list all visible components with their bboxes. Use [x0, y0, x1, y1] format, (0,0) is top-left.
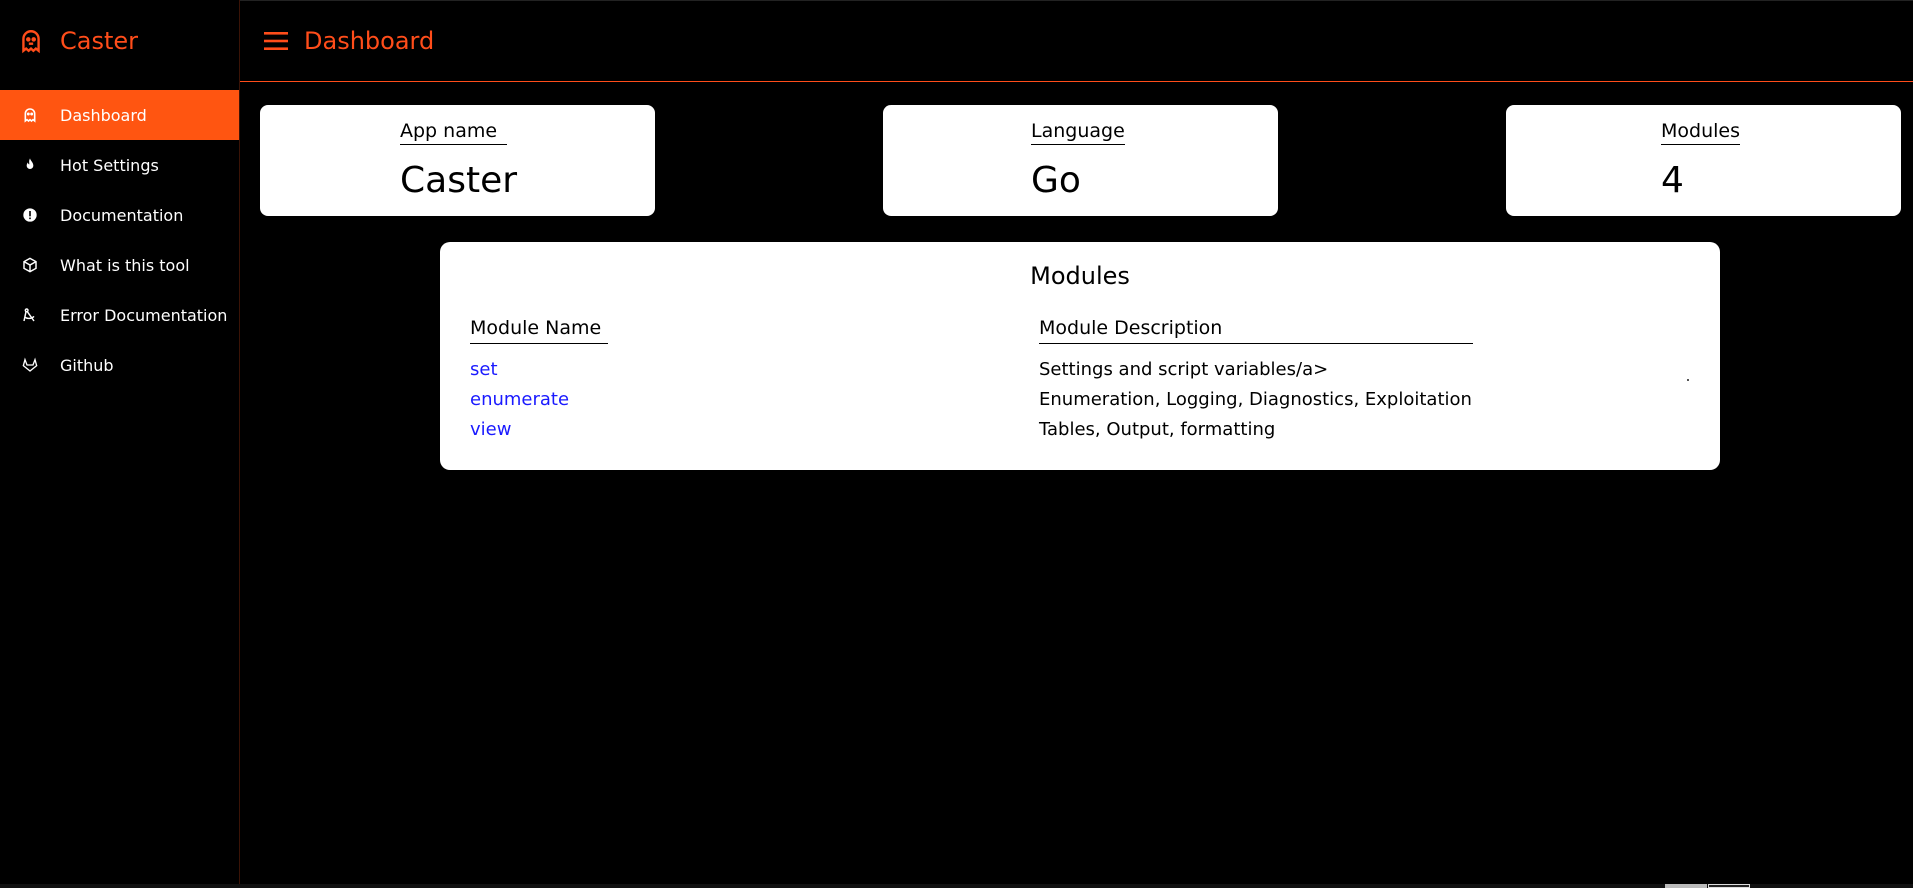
top-header: Dashboard [240, 0, 1913, 82]
sidebar-item-label: Documentation [60, 205, 184, 225]
gitlab-icon [22, 357, 38, 372]
modules-panel: Modules Module Name Module Description s… [440, 242, 1720, 470]
table-row: set Settings and script variables/a> [440, 359, 1720, 389]
module-description: Tables, Output, formatting [1039, 419, 1276, 440]
table-row: view Tables, Output, formatting [440, 419, 1720, 449]
sidebar-nav: Dashboard Hot Settings Documentation Wha… [0, 90, 239, 390]
menu-icon[interactable] [264, 31, 288, 51]
brand-title: Caster [60, 27, 139, 55]
bottom-control-left[interactable] [1665, 884, 1707, 888]
language-value: Go [1031, 160, 1081, 201]
sidebar-item-what-is-this-tool[interactable]: What is this tool [0, 240, 239, 290]
sidebar-item-dashboard[interactable]: Dashboard [0, 90, 239, 140]
module-link-enumerate[interactable]: enumerate [470, 389, 569, 410]
sidebar-item-label: Hot Settings [60, 155, 159, 175]
module-link-view[interactable]: view [470, 419, 511, 440]
sidebar-item-documentation[interactable]: Documentation [0, 190, 239, 240]
modules-panel-title: Modules [1030, 262, 1130, 290]
module-link-set[interactable]: set [470, 359, 498, 380]
bottom-control-right[interactable] [1708, 884, 1750, 888]
column-header-module-description: Module Description [1039, 317, 1473, 344]
modules-count-value: 4 [1661, 160, 1684, 201]
sidebar-item-label: Error Documentation [60, 305, 228, 325]
app-name-value: Caster [400, 160, 518, 201]
decorative-dot [1687, 379, 1689, 381]
module-description: Settings and script variables/a> [1039, 359, 1329, 380]
sidebar-item-label: Github [60, 355, 114, 375]
language-card: Language Go [883, 105, 1278, 216]
app-name-card: App name Caster [260, 105, 655, 216]
app-name-label: App name [400, 120, 508, 145]
table-row: enumerate Enumeration, Logging, Diagnost… [440, 389, 1720, 419]
sidebar: Caster Dashboard Hot Settings Documentat… [0, 0, 240, 888]
drafting-compass-icon [23, 308, 35, 322]
brand[interactable]: Caster [0, 0, 239, 82]
cube-icon [23, 257, 37, 273]
sidebar-item-error-documentation[interactable]: Error Documentation [0, 290, 239, 340]
alert-circle-icon [23, 208, 37, 222]
sidebar-item-hot-settings[interactable]: Hot Settings [0, 140, 239, 190]
ghost-icon [22, 30, 40, 54]
bottom-scrollbar[interactable] [0, 884, 1913, 888]
sidebar-item-label: What is this tool [60, 255, 190, 275]
sidebar-item-github[interactable]: Github [0, 340, 239, 390]
ghost-icon [24, 108, 36, 123]
page-title: Dashboard [304, 27, 435, 55]
column-header-module-name: Module Name [470, 317, 608, 344]
sidebar-item-label: Dashboard [60, 105, 147, 125]
language-label: Language [1031, 120, 1125, 145]
modules-count-label: Modules [1661, 120, 1740, 145]
modules-count-card: Modules 4 [1506, 105, 1901, 216]
module-description: Enumeration, Logging, Diagnostics, Explo… [1039, 389, 1472, 410]
fire-icon [26, 158, 34, 169]
